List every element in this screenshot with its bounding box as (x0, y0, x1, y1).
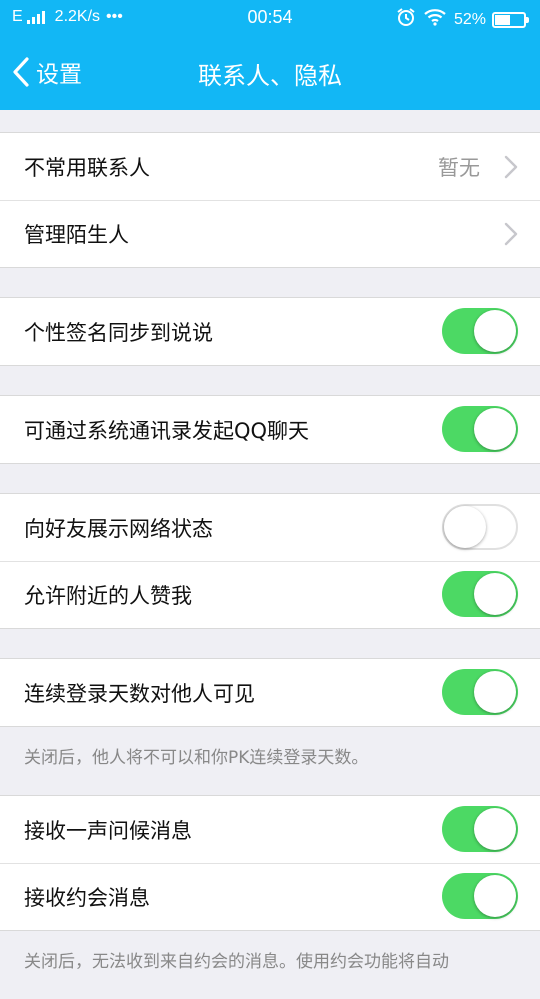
row-label: 管理陌生人 (24, 222, 129, 247)
presence-group: 向好友展示网络状态 允许附近的人赞我 (0, 493, 540, 629)
battery-percent: 52% (453, 10, 486, 28)
date-message-toggle[interactable] (442, 873, 518, 919)
nearby-like-toggle[interactable] (442, 571, 518, 617)
battery-icon (492, 11, 529, 28)
nav-bar: 设置 联系人、隐私 (0, 36, 540, 110)
signature-sync-row: 个性签名同步到说说 (0, 298, 540, 365)
network-status-toggle[interactable] (442, 504, 518, 550)
toggle-knob (474, 310, 516, 352)
toggle-knob (474, 671, 516, 713)
uncommon-contacts-row[interactable]: 不常用联系人 暂无 (0, 133, 540, 200)
messages-group: 接收一声问候消息 接收约会消息 (0, 795, 540, 931)
date-message-row: 接收约会消息 (0, 863, 540, 930)
login-days-toggle[interactable] (442, 669, 518, 715)
wifi-icon (424, 8, 446, 31)
date-message-note: 关闭后，无法收到来自约会的消息。使用约会功能将自动 (24, 952, 449, 972)
toggle-knob (474, 408, 516, 450)
signature-group: 个性签名同步到说说 (0, 297, 540, 366)
manage-strangers-row[interactable]: 管理陌生人 (0, 200, 540, 267)
system-contacts-chat-row: 可通过系统通讯录发起QQ聊天 (0, 396, 540, 463)
row-label: 连续登录天数对他人可见 (24, 681, 255, 706)
system-contacts-chat-toggle[interactable] (442, 406, 518, 452)
battery-fill (495, 14, 510, 25)
row-label: 向好友展示网络状态 (24, 516, 213, 541)
settings-list: 不常用联系人 暂无 管理陌生人 个性签名同步到说说 可通过系统通讯录发起QQ聊天… (0, 110, 540, 999)
network-status-row: 向好友展示网络状态 (0, 494, 540, 561)
toggle-knob (474, 875, 516, 917)
nearby-like-row: 允许附近的人赞我 (0, 561, 540, 628)
page-title: 联系人、隐私 (198, 62, 342, 90)
status-right: 52% (396, 7, 529, 32)
greeting-message-toggle[interactable] (442, 806, 518, 852)
alarm-icon (396, 7, 416, 32)
status-bar: E 2.2K/s ••• 00:54 52% (0, 0, 540, 36)
contacts-group: 不常用联系人 暂无 管理陌生人 (0, 132, 540, 268)
login-days-row: 连续登录天数对他人可见 (0, 659, 540, 726)
row-label: 个性签名同步到说说 (24, 320, 213, 345)
toggle-knob (474, 808, 516, 850)
toggle-knob (444, 506, 486, 548)
row-value: 暂无 (438, 155, 480, 180)
row-label: 可通过系统通讯录发起QQ聊天 (24, 418, 310, 443)
row-label: 接收约会消息 (24, 885, 150, 910)
chevron-right-icon (504, 155, 518, 179)
signature-sync-toggle[interactable] (442, 308, 518, 354)
row-label: 允许附近的人赞我 (24, 583, 192, 608)
toggle-knob (474, 573, 516, 615)
login-days-group: 连续登录天数对他人可见 (0, 658, 540, 727)
system-contacts-group: 可通过系统通讯录发起QQ聊天 (0, 395, 540, 464)
row-label: 接收一声问候消息 (24, 818, 192, 843)
row-label: 不常用联系人 (24, 155, 150, 180)
greeting-message-row: 接收一声问候消息 (0, 796, 540, 863)
chevron-right-icon (504, 222, 518, 246)
login-days-note: 关闭后，他人将不可以和你PK连续登录天数。 (24, 748, 369, 768)
